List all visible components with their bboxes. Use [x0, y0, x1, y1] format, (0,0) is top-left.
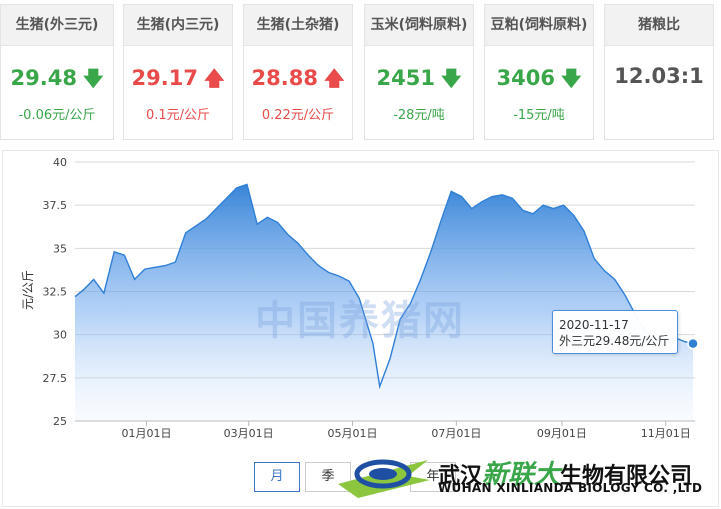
- data-point-highlight: [687, 337, 699, 350]
- y-tick-label: 37.5: [43, 199, 68, 212]
- tooltip-date: 2020-11-17: [559, 318, 629, 332]
- x-tick-label: 11月01日: [641, 427, 691, 440]
- y-tick-label: 35: [53, 242, 67, 255]
- period-month-button[interactable]: 月: [254, 462, 300, 492]
- price-area-chart: 元/公斤 25 27.5 30 32.5 35 37.5 40 01月01日 03月01日 05月…: [21, 156, 699, 440]
- chart-tooltip: 2020-11-17 外三元29.48元/公斤: [552, 310, 678, 354]
- x-tick-label: 03月01日: [224, 427, 274, 440]
- x-tick-label: 07月01日: [431, 427, 481, 440]
- watermark-text: 中国养猪网: [255, 298, 465, 344]
- x-tick-label: 09月01日: [537, 427, 587, 440]
- y-tick-label: 25: [53, 415, 67, 428]
- y-tick-label: 32.5: [43, 286, 68, 299]
- y-tick-label: 30: [53, 329, 67, 342]
- y-tick-label: 27.5: [43, 372, 68, 385]
- x-tick-label: 01月01日: [122, 427, 172, 440]
- company-logo-mark: [338, 459, 430, 498]
- x-tick-label: 05月01日: [328, 427, 378, 440]
- company-logo: 武汉新联大生物有限公司 WUHAN XINLIANDA BIOLOGY CO. …: [338, 446, 721, 506]
- y-tick-label: 40: [53, 156, 67, 169]
- tooltip-value: 外三元29.48元/公斤: [559, 334, 670, 348]
- company-name-en: WUHAN XINLIANDA BIOLOGY CO. ,LTD: [438, 481, 703, 495]
- y-axis-label: 元/公斤: [21, 270, 35, 310]
